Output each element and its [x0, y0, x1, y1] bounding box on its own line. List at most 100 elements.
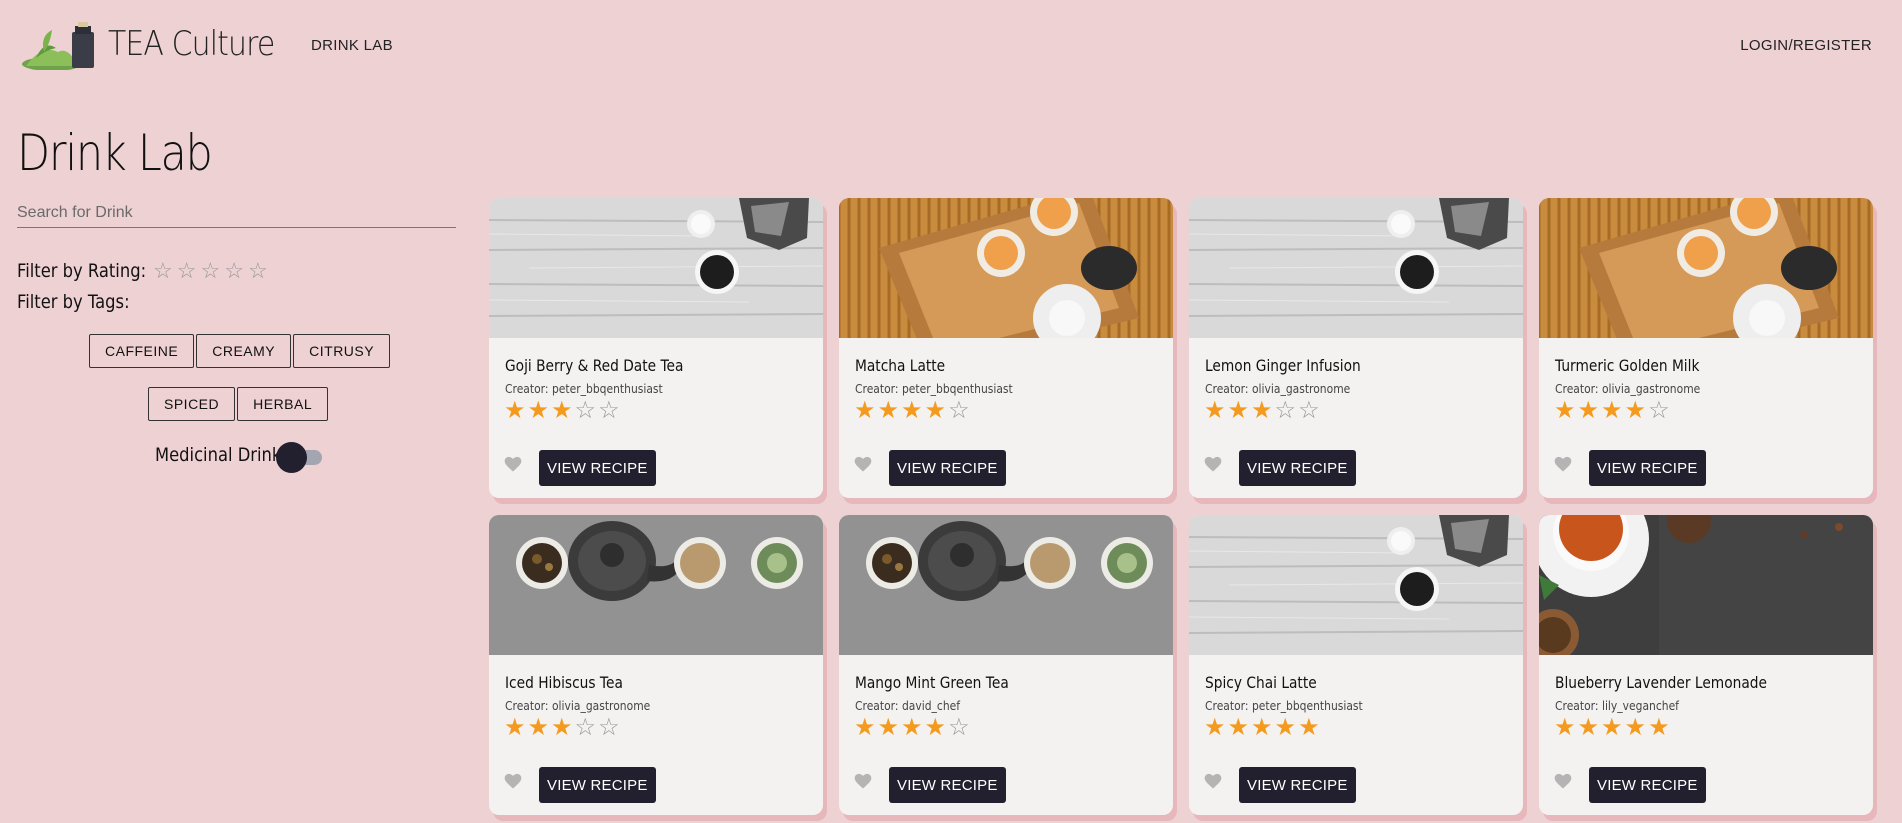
drink-rating: ★ ★ ★ ★ ☆	[854, 398, 970, 424]
tag-citrusy-button[interactable]: CITRUSY	[293, 334, 391, 368]
drink-title: Matcha Latte	[855, 356, 946, 375]
drink-title: Blueberry Lavender Lemonade	[1555, 673, 1767, 692]
drink-title: Iced Hibiscus Tea	[505, 673, 623, 692]
tag-creamy-button[interactable]: CREAMY	[196, 334, 292, 368]
star-icon: ★	[1227, 714, 1250, 741]
star-icon: ★	[924, 397, 947, 424]
star-icon: ★	[1204, 397, 1226, 424]
star-icon: ★	[1251, 397, 1273, 424]
heart-icon[interactable]	[503, 454, 523, 474]
nav-drink-lab-link[interactable]: DRINK LAB	[311, 37, 393, 54]
star-icon: ★	[551, 397, 573, 424]
star-icon: ★	[1298, 714, 1320, 741]
star-icon: ★	[1204, 714, 1226, 741]
star-icon: ★	[1624, 714, 1647, 741]
drink-creator: Creator: peter_bbqenthusiast	[1205, 698, 1363, 713]
star-icon: ★	[854, 397, 876, 424]
star-icon: ★	[1624, 397, 1647, 424]
drink-rating: ★ ★ ★ ★ ★	[1204, 715, 1320, 741]
drink-image[interactable]	[1189, 198, 1523, 338]
star-icon: ★	[877, 714, 900, 741]
drink-creator: Creator: olivia_gastronome	[1205, 381, 1351, 396]
star-icon: ★	[1601, 714, 1623, 741]
drink-rating: ★ ★ ★ ☆ ☆	[504, 398, 620, 424]
tag-row: CAFFEINE CREAMY CITRUSY	[89, 334, 391, 368]
drink-image[interactable]	[489, 198, 823, 338]
star-icon: ★	[924, 714, 947, 741]
view-recipe-button[interactable]: VIEW RECIPE	[889, 767, 1006, 803]
heart-icon[interactable]	[1553, 771, 1573, 791]
drink-creator: Creator: olivia_gastronome	[1555, 381, 1701, 396]
tea-hills-logo-icon[interactable]	[22, 22, 98, 70]
drink-image[interactable]	[1539, 198, 1873, 338]
view-recipe-button[interactable]: VIEW RECIPE	[1239, 767, 1356, 803]
heart-icon[interactable]	[1553, 454, 1573, 474]
drink-card: Lemon Ginger Infusion Creator: olivia_ga…	[1189, 198, 1523, 498]
heart-icon[interactable]	[853, 771, 873, 791]
view-recipe-button[interactable]: VIEW RECIPE	[1589, 450, 1706, 486]
view-recipe-button[interactable]: VIEW RECIPE	[1589, 767, 1706, 803]
heart-icon[interactable]	[1203, 454, 1223, 474]
star-icon: ★	[1227, 397, 1250, 424]
drink-rating: ★ ★ ★ ★ ☆	[854, 715, 970, 741]
drink-creator: Creator: david_chef	[855, 698, 961, 713]
drink-rating: ★ ★ ★ ★ ★	[1554, 715, 1670, 741]
star-icon: ★	[1554, 714, 1576, 741]
drink-image[interactable]	[1189, 515, 1523, 655]
heart-icon[interactable]	[853, 454, 873, 474]
star-icon: ★	[504, 397, 526, 424]
filter-rating-stars[interactable]: ☆ ☆ ☆ ☆ ☆	[153, 259, 268, 283]
drink-image[interactable]	[839, 515, 1173, 655]
star-icon: ☆	[598, 714, 620, 741]
star-icon: ★	[901, 397, 923, 424]
view-recipe-button[interactable]: VIEW RECIPE	[539, 767, 656, 803]
star-icon: ★	[551, 714, 573, 741]
toggle-knob[interactable]	[276, 442, 307, 473]
heart-icon[interactable]	[503, 771, 523, 791]
star-icon: ☆	[948, 397, 970, 424]
top-nav: TEA Culture DRINK LAB LOGIN/REGISTER	[0, 0, 1902, 92]
drink-title: Goji Berry & Red Date Tea	[505, 356, 684, 375]
drink-image[interactable]	[489, 515, 823, 655]
star-icon: ☆	[1298, 397, 1320, 424]
drink-rating: ★ ★ ★ ☆ ☆	[504, 715, 620, 741]
medicinal-drink-toggle[interactable]	[276, 441, 324, 473]
star-icon[interactable]: ☆	[200, 259, 220, 283]
brand-name[interactable]: TEA Culture	[108, 24, 275, 64]
star-icon[interactable]: ☆	[153, 259, 173, 283]
tag-spiced-button[interactable]: SPICED	[148, 387, 236, 421]
drink-image[interactable]	[1539, 515, 1873, 655]
drink-title: Spicy Chai Latte	[1205, 673, 1317, 692]
star-icon: ★	[527, 714, 550, 741]
view-recipe-button[interactable]: VIEW RECIPE	[1239, 450, 1356, 486]
tag-herbal-button[interactable]: HERBAL	[237, 387, 329, 421]
drink-card: Goji Berry & Red Date Tea Creator: peter…	[489, 198, 823, 498]
drink-creator: Creator: peter_bbqenthusiast	[855, 381, 1013, 396]
drink-creator: Creator: lily_veganchef	[1555, 698, 1679, 713]
drink-card-grid: Goji Berry & Red Date Tea Creator: peter…	[489, 198, 1873, 815]
star-icon: ☆	[1648, 397, 1670, 424]
star-icon: ★	[1251, 714, 1273, 741]
heart-icon[interactable]	[1203, 771, 1223, 791]
view-recipe-button[interactable]: VIEW RECIPE	[889, 450, 1006, 486]
tag-caffeine-button[interactable]: CAFFEINE	[89, 334, 195, 368]
tag-row: SPICED HERBAL	[148, 387, 329, 421]
star-icon: ★	[877, 397, 900, 424]
star-icon[interactable]: ☆	[177, 259, 197, 283]
drink-creator: Creator: peter_bbqenthusiast	[505, 381, 663, 396]
drink-rating: ★ ★ ★ ☆ ☆	[1204, 398, 1320, 424]
medicinal-drink-label: Medicinal Drink	[155, 444, 282, 466]
star-icon[interactable]: ☆	[248, 259, 268, 283]
drink-image[interactable]	[839, 198, 1173, 338]
star-icon: ★	[1274, 714, 1297, 741]
star-icon[interactable]: ☆	[224, 259, 244, 283]
view-recipe-button[interactable]: VIEW RECIPE	[539, 450, 656, 486]
star-icon: ☆	[948, 714, 970, 741]
drink-creator: Creator: olivia_gastronome	[505, 698, 651, 713]
drink-title: Mango Mint Green Tea	[855, 673, 1009, 692]
drink-title: Turmeric Golden Milk	[1555, 356, 1700, 375]
star-icon: ★	[1577, 714, 1600, 741]
drink-title: Lemon Ginger Infusion	[1205, 356, 1361, 375]
nav-login-register-link[interactable]: LOGIN/REGISTER	[1740, 37, 1872, 54]
search-input[interactable]	[17, 199, 456, 228]
